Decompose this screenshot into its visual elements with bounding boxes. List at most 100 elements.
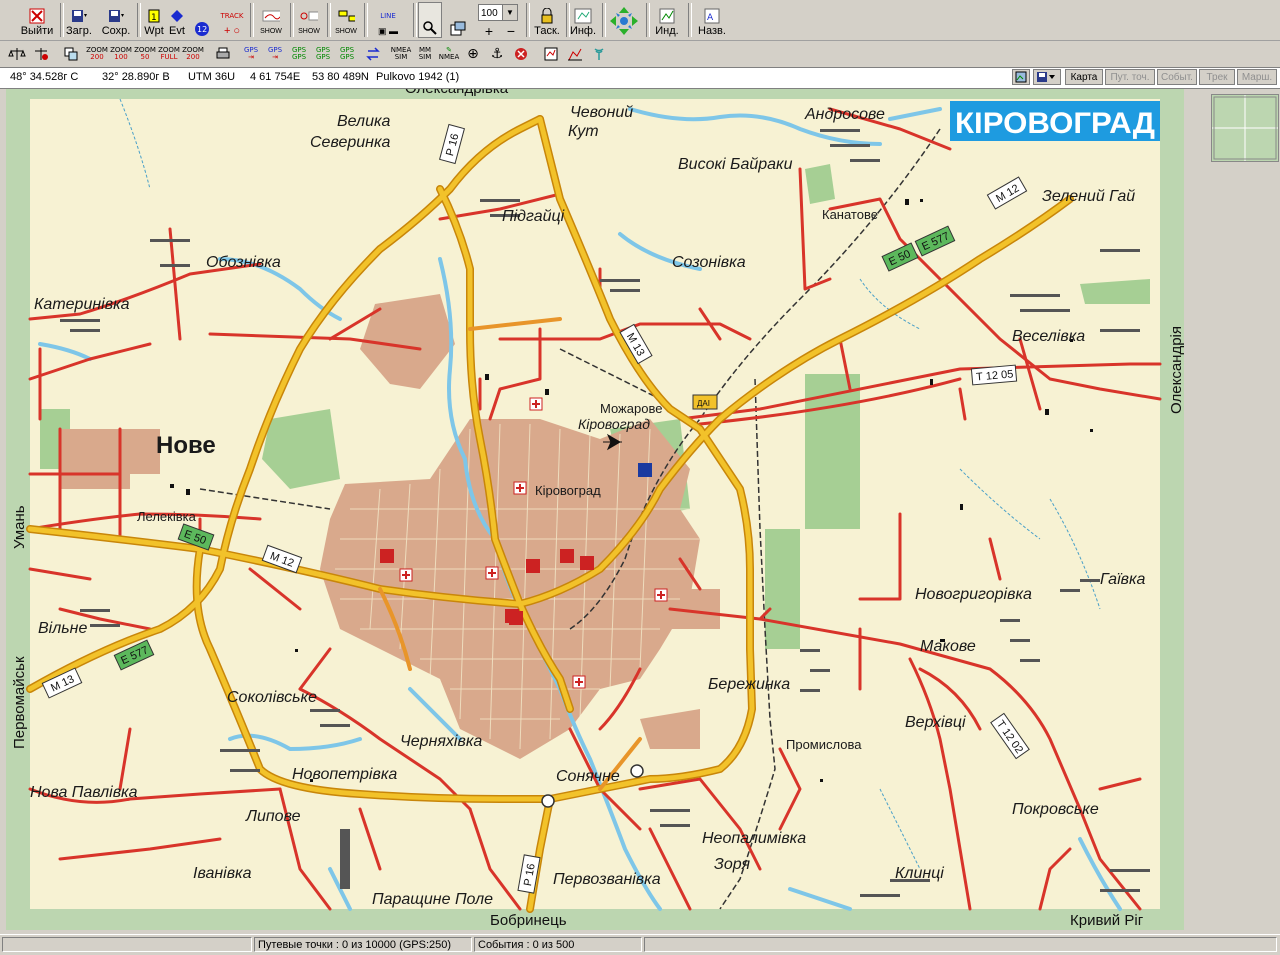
save-button[interactable]: Сохр. xyxy=(100,2,132,38)
tab-routes[interactable]: Марш. xyxy=(1237,69,1277,85)
gps-upload-button[interactable]: GPS GPS xyxy=(312,44,334,64)
badge-12-icon: 12 xyxy=(193,20,211,38)
coordinates-bar: 48° 34.528г С 32° 28.890г В UTM 36U 4 61… xyxy=(0,68,1280,89)
place-label: Новопетрівка xyxy=(292,766,397,783)
map-image-button[interactable] xyxy=(1012,69,1030,85)
place-label: Катеринівка xyxy=(34,296,130,313)
task-button[interactable]: Таск. xyxy=(530,2,564,38)
overview-minimap[interactable] xyxy=(1211,94,1279,162)
track-icon: TRACK xyxy=(220,12,244,20)
place-label: Лелеківка xyxy=(137,509,197,524)
info-button[interactable]: Инф. xyxy=(568,2,598,38)
exit-button[interactable]: Выйти xyxy=(18,2,56,38)
mm-sim-button[interactable]: MM SIM xyxy=(414,44,436,64)
event-button[interactable]: Evt xyxy=(166,2,188,38)
map-canvas[interactable]: Олександрівка Бобринець Кривий Ріг Олекс… xyxy=(0,89,1210,930)
zoom-in-button[interactable]: + xyxy=(478,20,500,38)
edge-label-bottom: Бобринець xyxy=(490,912,567,929)
stop-icon[interactable] xyxy=(510,44,532,64)
place-label: Зоря xyxy=(714,856,750,873)
place-label: Велика xyxy=(337,113,391,130)
names-button[interactable]: A Назв. xyxy=(692,2,732,38)
place-label: Сонячне xyxy=(556,768,620,785)
line-icon: LINE xyxy=(380,12,396,20)
place-label: Покровське xyxy=(1012,801,1099,818)
tab-track[interactable]: Трек xyxy=(1199,69,1235,85)
zoom-200b-button[interactable]: ZOOM 200 xyxy=(182,44,204,64)
place-label: Черняхівка xyxy=(400,733,482,750)
place-label: Іванівка xyxy=(193,865,252,882)
window-button[interactable] xyxy=(446,2,470,38)
anchor-icon[interactable]: ⚓ xyxy=(486,44,508,64)
waypoint-button[interactable]: 1 Wpt xyxy=(142,2,166,38)
tab-events[interactable]: Событ. xyxy=(1157,69,1197,85)
place-label: Бережинка xyxy=(708,676,790,693)
box-icon[interactable] xyxy=(540,44,562,64)
place-label: Кіровоград xyxy=(578,416,650,432)
place-label: Первозванівка xyxy=(553,871,661,888)
edge-label-top: Олександрівка xyxy=(405,89,509,97)
pan-arrows-icon xyxy=(607,4,641,38)
show-track-button[interactable]: SHOW xyxy=(256,2,286,38)
map-title: КІРОВОГРАД xyxy=(955,107,1155,140)
edge-label-right: Олександрія xyxy=(1168,326,1185,414)
place-label: Созонівка xyxy=(672,254,746,271)
zoom-out-button[interactable]: − xyxy=(500,20,522,38)
event-icon xyxy=(168,7,186,25)
save-map-button[interactable] xyxy=(1033,69,1061,85)
place-label: Паращине Поле xyxy=(372,891,493,908)
svg-text:1: 1 xyxy=(151,13,157,23)
zoom-tool-button[interactable] xyxy=(418,2,442,38)
gps-transfer-icon[interactable] xyxy=(362,44,384,64)
gps-waypoints-button[interactable]: GPS ⇥ xyxy=(240,44,262,64)
zoom-200-button[interactable]: ZOOM 200 xyxy=(86,44,108,64)
nmea-pen-button[interactable]: ✎ NMEA xyxy=(438,44,460,64)
track-button[interactable]: TRACK + ○ xyxy=(218,2,246,38)
nmea-sim-button[interactable]: NMEA SIM xyxy=(390,44,412,64)
zoom-100-button[interactable]: ZOOM 100 xyxy=(110,44,132,64)
place-label: Обознівка xyxy=(206,254,281,271)
zoom-full-button[interactable]: ZOOM FULL xyxy=(158,44,180,64)
map-image[interactable]: Олександрівка Бобринець Кривий Ріг Олекс… xyxy=(0,89,1210,930)
datum: Pulkovo 1942 (1) xyxy=(376,71,460,83)
gps-routes-button[interactable]: GPS ⇥ xyxy=(264,44,286,64)
chart-icon[interactable] xyxy=(564,44,586,64)
scales-icon[interactable] xyxy=(6,44,28,64)
show-events-button[interactable]: SHOW xyxy=(331,2,361,38)
load-icon xyxy=(70,7,88,25)
edge-label-left-top: Умань xyxy=(11,505,28,549)
waypoints-icon xyxy=(300,7,318,25)
longitude: 32° 28.890г В xyxy=(102,71,170,83)
window-icon xyxy=(449,20,467,38)
place-label: Чевоний xyxy=(570,104,633,121)
load-button[interactable]: Загр. xyxy=(63,2,95,38)
svg-text:A: A xyxy=(707,13,714,23)
zoom-select[interactable]: 100 ▼ xyxy=(478,4,518,21)
gps-download-button[interactable]: GPS GPS xyxy=(336,44,358,64)
place-label: Кут xyxy=(568,123,599,140)
print-icon[interactable] xyxy=(212,44,234,64)
gps-tracks-button[interactable]: GPS GPS xyxy=(288,44,310,64)
utm-northing: 53 80 489N xyxy=(312,71,369,83)
show-waypoints-button[interactable]: SHOW xyxy=(294,2,324,38)
zoom-50-button[interactable]: ZOOM 50 xyxy=(134,44,156,64)
waypoint-number-button[interactable]: 12 xyxy=(190,2,214,38)
copy-icon[interactable] xyxy=(60,44,82,64)
scales-settings-icon[interactable] xyxy=(30,44,52,64)
place-label: Промислова xyxy=(786,737,862,752)
tab-waypoints[interactable]: Пут. точ. xyxy=(1105,69,1155,85)
indicator-button[interactable]: Инд. xyxy=(650,2,684,38)
edge-label-bottom-right: Кривий Ріг xyxy=(1070,912,1144,929)
crosshair-icon[interactable]: ⊕ xyxy=(462,44,484,64)
info-icon xyxy=(574,7,592,25)
antenna-icon[interactable] xyxy=(588,44,610,64)
tab-map[interactable]: Карта xyxy=(1065,69,1103,85)
place-label: Підгайці xyxy=(502,208,565,225)
place-label: Кіровоград xyxy=(535,483,601,498)
place-label: Соколівське xyxy=(227,689,317,706)
edge-label-left-bottom: Первомайськ xyxy=(11,656,28,749)
pan-control[interactable] xyxy=(606,2,642,38)
place-label: Липове xyxy=(245,808,301,825)
latitude: 48° 34.528г С xyxy=(10,71,79,83)
line-tools-button[interactable]: LINE ▣ ▬ xyxy=(366,2,410,38)
